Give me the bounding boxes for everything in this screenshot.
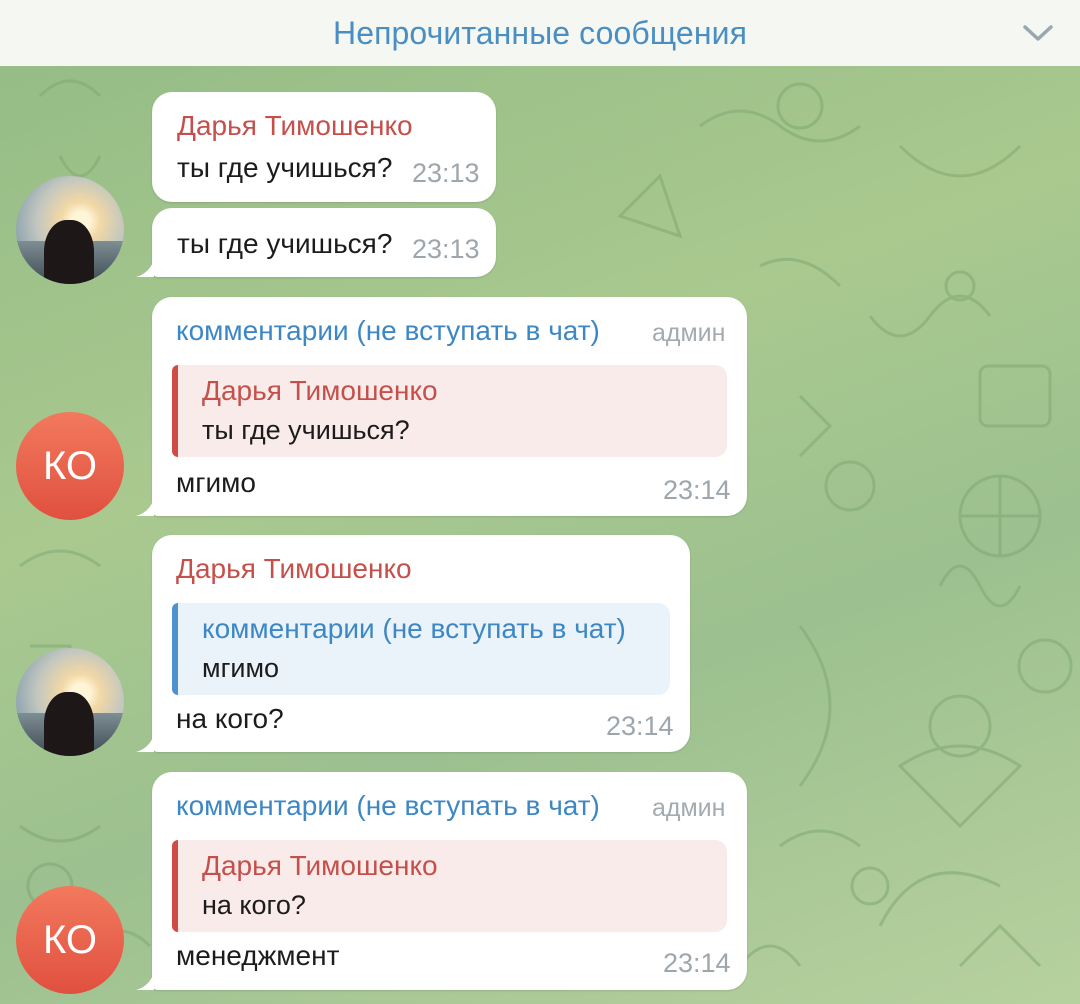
reply-sender: комментарии (не вступать в чат) xyxy=(202,613,626,644)
bubble-tail xyxy=(136,498,154,516)
reply-sender: Дарья Тимошенко xyxy=(202,375,438,406)
message-bubble[interactable]: Дарья Тимошенко комментарии (не вступать… xyxy=(136,535,690,752)
bubble-tail xyxy=(136,972,154,990)
message-time: 23:14 xyxy=(663,475,731,505)
message-text: ты где учишься? xyxy=(177,152,393,183)
bubble-tail xyxy=(136,259,154,277)
sender-name[interactable]: Дарья Тимошенко xyxy=(177,110,413,142)
chevron-down-icon[interactable] xyxy=(1022,22,1054,44)
reply-sender: Дарья Тимошенко xyxy=(202,850,438,881)
message-text: ты где учишься? xyxy=(177,228,393,259)
message-bubble[interactable]: ты где учишься? 23:13 xyxy=(136,208,496,277)
sender-name[interactable]: комментарии (не вступать в чат) xyxy=(176,790,600,822)
message-bubble[interactable]: комментарии (не вступать в чат) админ Да… xyxy=(136,297,747,516)
avatar[interactable] xyxy=(16,176,124,284)
avatar-photo-person xyxy=(44,692,94,756)
message-text: мгимо xyxy=(176,467,256,498)
message-text: на кого? xyxy=(176,703,284,734)
avatar[interactable]: КО xyxy=(16,412,124,520)
avatar[interactable]: КО xyxy=(16,886,124,994)
header-title: Непрочитанные сообщения xyxy=(332,14,748,51)
reply-quote[interactable]: Дарья Тимошенко ты где учишься? xyxy=(172,365,727,457)
message-bubble[interactable]: Дарья Тимошенко ты где учишься? 23:13 xyxy=(152,92,496,202)
message-time: 23:14 xyxy=(606,711,674,741)
admin-badge: админ xyxy=(652,794,726,822)
reply-text: мгимо xyxy=(202,653,280,683)
reply-quote[interactable]: комментарии (не вступать в чат) мгимо xyxy=(172,603,670,695)
message-time: 23:14 xyxy=(663,948,731,978)
sender-name[interactable]: Дарья Тимошенко xyxy=(176,553,412,585)
reply-text: на кого? xyxy=(202,890,306,920)
avatar-initials: КО xyxy=(43,917,97,962)
admin-badge: админ xyxy=(652,319,726,347)
avatar-initials: КО xyxy=(43,443,97,488)
message-bubble[interactable]: комментарии (не вступать в чат) админ Да… xyxy=(136,772,747,990)
message-text: менеджмент xyxy=(176,940,340,971)
avatar-photo-person xyxy=(44,220,94,284)
avatar[interactable] xyxy=(16,648,124,756)
message-time: 23:13 xyxy=(412,158,480,188)
message-time: 23:13 xyxy=(412,234,480,264)
reply-text: ты где учишься? xyxy=(202,415,410,445)
bubble-tail xyxy=(136,734,154,752)
reply-quote[interactable]: Дарья Тимошенко на кого? xyxy=(172,840,727,932)
sender-name[interactable]: комментарии (не вступать в чат) xyxy=(176,315,600,347)
unread-messages-header[interactable]: Непрочитанные сообщения xyxy=(0,0,1080,66)
